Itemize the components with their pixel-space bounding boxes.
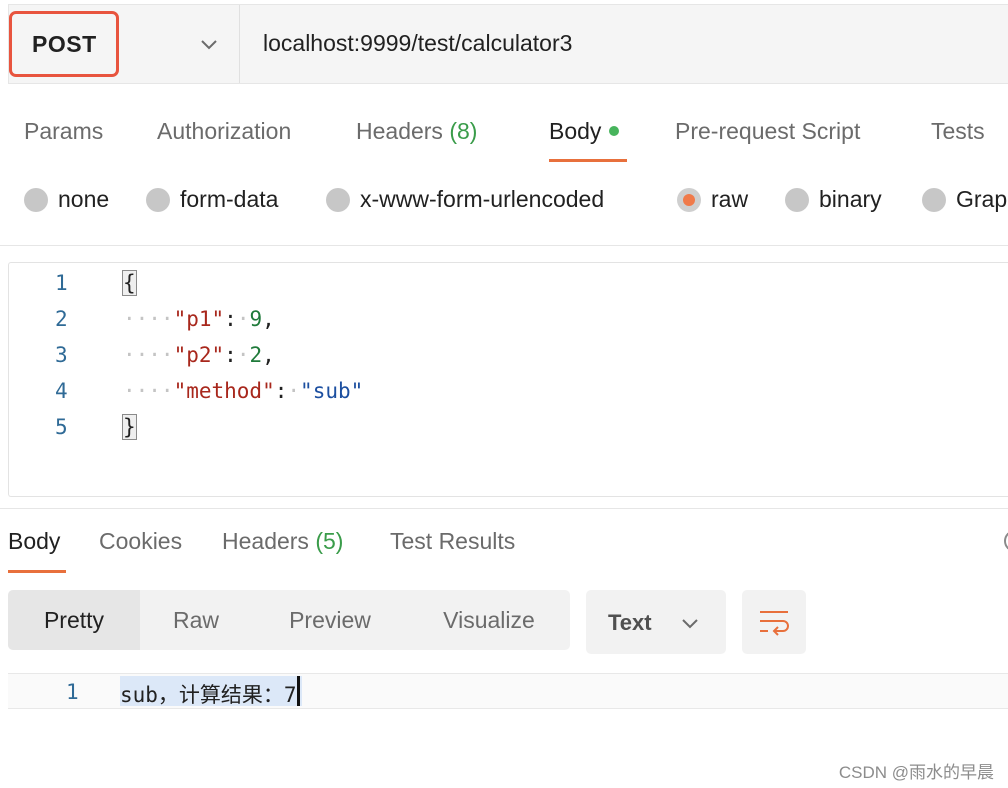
json-key: "p2" — [173, 343, 225, 367]
active-tab-underline — [549, 159, 627, 162]
response-tabs: Body Cookies Headers (5) Test Results — [8, 524, 1008, 576]
json-key: "method" — [173, 379, 275, 403]
headers-count: (8) — [449, 118, 478, 144]
code-line: 1 { — [9, 265, 999, 301]
divider — [0, 245, 1008, 246]
tab-body[interactable]: Body — [549, 118, 620, 145]
code-line: 3 ····"p2":·2, — [55, 343, 275, 367]
json-number: 9 — [249, 307, 263, 331]
radio-circle-selected — [677, 187, 701, 212]
code-line: 4 ····"method":·"sub" — [55, 379, 364, 403]
code-line: 5 } — [9, 409, 999, 445]
line-number: 5 — [55, 415, 68, 439]
wrap-lines-icon — [760, 611, 789, 636]
method-label: POST — [32, 30, 97, 57]
view-mode-visualize[interactable]: Visualize — [408, 590, 570, 650]
tab-authorization[interactable]: Authorization — [157, 118, 291, 145]
view-mode-selector: Pretty Raw Preview Visualize — [8, 590, 570, 650]
body-modified-dot — [609, 125, 620, 136]
format-label: Text — [608, 610, 652, 635]
body-type-radios: none form-data x-www-form-urlencoded raw… — [24, 186, 1008, 222]
text-cursor — [296, 676, 300, 706]
line-number: 3 — [55, 343, 68, 367]
json-string: "sub" — [300, 379, 364, 403]
open-brace: { — [122, 270, 137, 296]
response-tab-body[interactable]: Body — [8, 528, 60, 555]
radio-raw[interactable]: raw — [677, 186, 748, 213]
radio-graphql[interactable]: Grap — [922, 186, 1007, 213]
tab-pre-request-script[interactable]: Pre-request Script — [675, 118, 860, 145]
response-tab-test-results[interactable]: Test Results — [390, 528, 515, 555]
json-number: 2 — [249, 343, 263, 367]
tab-params[interactable]: Params — [24, 118, 103, 145]
tab-tests[interactable]: Tests — [931, 118, 985, 145]
code-line: 2 ····"p1":·9, — [55, 307, 275, 331]
radio-circle — [922, 187, 946, 212]
url-input[interactable]: localhost:9999/test/calculator3 — [263, 30, 572, 57]
clock-icon[interactable] — [1004, 530, 1008, 552]
wrap-lines-button[interactable] — [742, 590, 806, 654]
watermark: CSDN @雨水的早晨 — [838, 763, 994, 782]
json-key: "p1" — [173, 307, 225, 331]
view-mode-pretty[interactable]: Pretty — [8, 590, 140, 650]
request-tabs: Params Authorization Headers (8) Body Pr… — [24, 112, 1008, 166]
divider — [0, 508, 1008, 509]
close-brace: } — [122, 414, 137, 440]
line-number: 4 — [55, 379, 68, 403]
radio-none[interactable]: none — [24, 186, 109, 213]
line-number: 1 — [55, 271, 68, 295]
response-tab-cookies[interactable]: Cookies — [99, 528, 182, 555]
line-number: 1 — [66, 680, 79, 704]
format-select[interactable]: Text — [586, 590, 726, 654]
active-response-tab-underline — [8, 570, 66, 573]
tab-headers[interactable]: Headers (8) — [356, 118, 477, 145]
chevron-down-icon[interactable] — [199, 35, 219, 55]
response-tab-headers[interactable]: Headers (5) — [222, 528, 343, 555]
url-divider — [239, 5, 240, 83]
response-headers-count: (5) — [315, 528, 344, 554]
radio-circle — [785, 187, 809, 212]
radio-x-www-form-urlencoded[interactable]: x-www-form-urlencoded — [326, 186, 604, 213]
radio-circle — [24, 187, 48, 212]
url-bar: POST localhost:9999/test/calculator3 — [8, 4, 1008, 84]
chevron-down-icon — [682, 619, 698, 629]
response-body[interactable]: 1 sub，计算结果：7 — [8, 673, 1008, 709]
view-mode-preview[interactable]: Preview — [252, 590, 408, 650]
view-mode-raw[interactable]: Raw — [140, 590, 252, 650]
response-text: sub，计算结果：7 — [120, 676, 302, 707]
request-body-editor[interactable]: 1 { 2 ····"p1":·9, 3 ····"p2":·2, 4 ····… — [8, 262, 1008, 497]
method-select[interactable]: POST — [9, 11, 119, 77]
radio-circle — [146, 187, 170, 212]
radio-binary[interactable]: binary — [785, 186, 882, 213]
radio-form-data[interactable]: form-data — [146, 186, 278, 213]
radio-circle — [326, 187, 350, 212]
line-number: 2 — [55, 307, 68, 331]
